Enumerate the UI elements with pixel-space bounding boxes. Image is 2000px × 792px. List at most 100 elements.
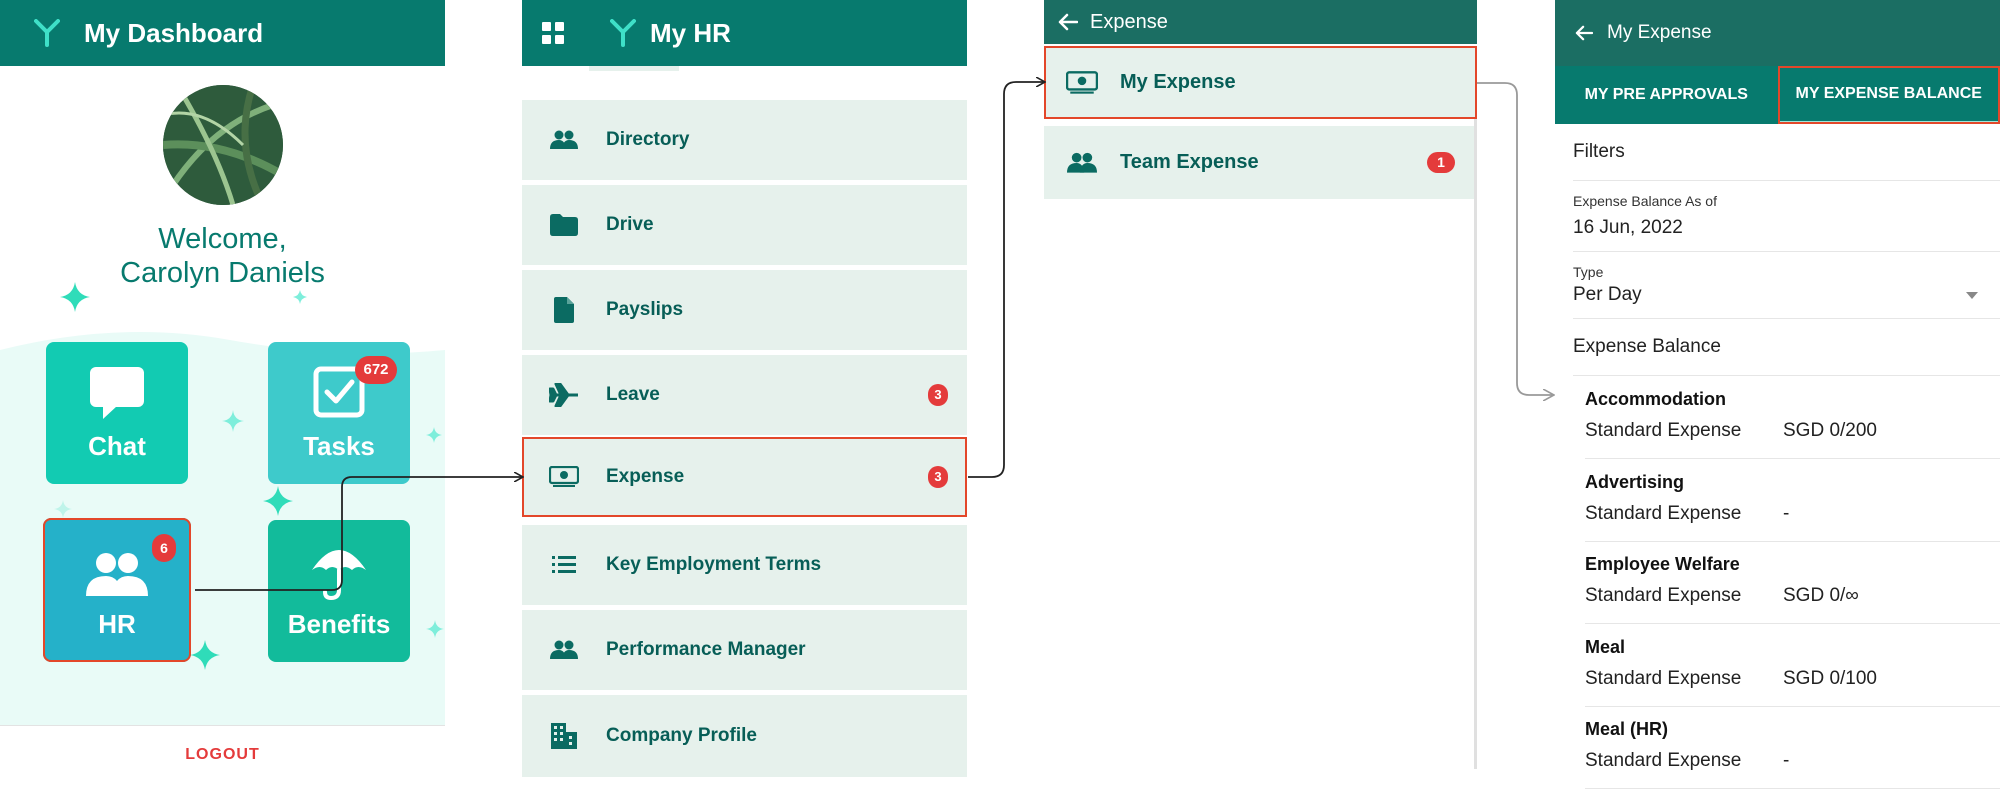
welcome-line-1: Welcome, <box>158 223 287 255</box>
chat-bubble-icon <box>90 367 144 419</box>
menu-item-key-employment-terms[interactable]: Key Employment Terms <box>522 525 967 605</box>
sparkle-icon <box>426 620 444 638</box>
category-label: Standard Expense <box>1585 503 1742 524</box>
expense-balance-section-title: Expense Balance <box>1573 319 2000 376</box>
connector-expense-to-my-expense <box>968 82 1044 478</box>
menu-item-company-profile[interactable]: Company Profile <box>522 695 967 777</box>
app-logo-icon <box>610 19 636 47</box>
avatar[interactable] <box>163 85 283 205</box>
field-label: Expense Balance As of <box>1573 193 1717 209</box>
list-item: Accommodation Standard Expense SGD 0/200 <box>1585 376 2000 459</box>
money-icon <box>549 466 579 487</box>
airplane-icon <box>549 383 578 407</box>
category-name: Advertising <box>1585 472 1685 492</box>
benefits-tile[interactable]: Benefits <box>268 520 410 662</box>
balance-as-of-field[interactable]: Expense Balance As of 16 Jun, 2022 <box>1573 180 2000 252</box>
people-icon <box>86 553 148 596</box>
people-icon <box>550 130 578 149</box>
people-icon <box>550 640 578 659</box>
sparkle-icon <box>222 410 244 432</box>
menu-item-performance-manager[interactable]: Performance Manager <box>522 610 967 690</box>
menu-item-label: Drive <box>606 214 654 235</box>
field-value: 16 Jun, 2022 <box>1573 217 1683 238</box>
category-value: SGD 0/∞ <box>1783 585 1859 606</box>
category-label: Standard Expense <box>1585 420 1742 441</box>
category-name: Employee Welfare <box>1585 554 1740 574</box>
app-logo-icon <box>34 19 60 47</box>
list-icon <box>552 556 576 573</box>
tab-my-expense-balance[interactable]: MY EXPENSE BALANCE <box>1777 66 2000 124</box>
menu-item-drive[interactable]: Drive <box>522 185 967 265</box>
menu-item-label: Team Expense <box>1120 151 1259 173</box>
sparkle-icon <box>60 282 90 312</box>
menu-item-directory[interactable]: Directory <box>522 100 967 180</box>
category-value: SGD 0/200 <box>1783 420 1877 441</box>
document-icon <box>554 297 574 323</box>
menu-item-payslips[interactable]: Payslips <box>522 270 967 350</box>
divider <box>0 725 445 726</box>
tile-label: Benefits <box>287 609 391 639</box>
dashboard-panel: My Dashboard Welcome, Carolyn Daniels Ch… <box>0 0 445 792</box>
menu-item-leave[interactable]: Leave 3 <box>522 355 967 435</box>
people-icon <box>1067 152 1097 173</box>
my-expense-header: My Expense <box>1555 0 2000 66</box>
building-icon <box>551 723 577 749</box>
menu-item-my-expense[interactable]: My Expense <box>1044 46 1477 119</box>
category-label: Standard Expense <box>1585 668 1742 689</box>
category-name: Meal (HR) <box>1585 719 1669 739</box>
list-item: Advertising Standard Expense - <box>1585 459 2000 542</box>
menu-item-label: Company Profile <box>606 725 757 746</box>
money-icon <box>1066 70 1098 94</box>
chat-tile[interactable]: Chat <box>46 342 188 484</box>
menu-item-label: Payslips <box>606 299 684 320</box>
team-expense-badge: 1 <box>1427 152 1455 173</box>
folder-icon <box>550 214 578 236</box>
page-title: My Dashboard <box>84 17 264 48</box>
category-name: Meal <box>1585 637 1626 657</box>
tab-indicator <box>589 66 679 71</box>
my-hr-panel: My HR Directory Drive Payslips Leave 3 E… <box>522 0 967 792</box>
expense-badge: 3 <box>928 466 948 488</box>
dashboard-header: My Dashboard <box>0 0 445 66</box>
filters-header[interactable]: Filters <box>1573 124 2000 181</box>
tile-label: HR <box>98 609 136 639</box>
category-value: - <box>1783 503 1790 524</box>
my-hr-header: My HR <box>522 0 967 66</box>
category-label: Standard Expense <box>1585 750 1742 771</box>
field-value: Per Day <box>1573 284 1642 305</box>
tab-my-pre-approvals[interactable]: MY PRE APPROVALS <box>1555 66 1778 124</box>
menu-item-team-expense[interactable]: Team Expense 1 <box>1044 126 1477 199</box>
menu-item-label: Leave <box>606 384 660 405</box>
sparkle-icon <box>293 290 307 304</box>
list-item: Meal (HR) Standard Expense - <box>1585 706 2000 789</box>
type-select[interactable]: Type Per Day <box>1573 252 2000 319</box>
menu-item-expense[interactable]: Expense 3 <box>522 437 967 517</box>
umbrella-icon <box>312 550 366 600</box>
list-item: Employee Welfare Standard Expense SGD 0/… <box>1585 541 2000 624</box>
tab-bar: MY PRE APPROVALS MY EXPENSE BALANCE <box>1555 66 2000 124</box>
menu-item-label: Performance Manager <box>606 639 806 660</box>
menu-item-label: Key Employment Terms <box>606 554 822 575</box>
sparkle-icon <box>263 486 293 516</box>
field-label: Type <box>1573 264 1604 280</box>
connector-my-expense-to-balance <box>1477 82 1553 395</box>
sparkle-icon <box>190 640 220 670</box>
my-expense-panel: My Expense MY PRE APPROVALS MY EXPENSE B… <box>1555 0 2000 792</box>
logout-button[interactable]: LOGOUT <box>0 746 445 764</box>
page-title: Expense <box>1090 10 1168 33</box>
scrollbar-track <box>1474 119 1477 769</box>
menu-item-label: Directory <box>606 129 690 150</box>
menu-item-label: Expense <box>606 466 685 487</box>
sparkle-icon <box>426 427 442 443</box>
tasks-badge: 672 <box>355 356 397 384</box>
category-name: Accommodation <box>1585 389 1727 409</box>
chevron-down-icon <box>1966 292 1978 299</box>
tile-label: Tasks <box>303 431 375 461</box>
leave-badge: 3 <box>928 384 948 406</box>
list-item: Meal Standard Expense SGD 0/100 <box>1585 624 2000 707</box>
page-title: My Expense <box>1607 22 1712 43</box>
back-arrow-icon[interactable] <box>1575 25 1593 41</box>
category-value: - <box>1783 750 1790 771</box>
grid-menu-icon[interactable] <box>542 22 564 44</box>
back-arrow-icon[interactable] <box>1058 13 1078 31</box>
